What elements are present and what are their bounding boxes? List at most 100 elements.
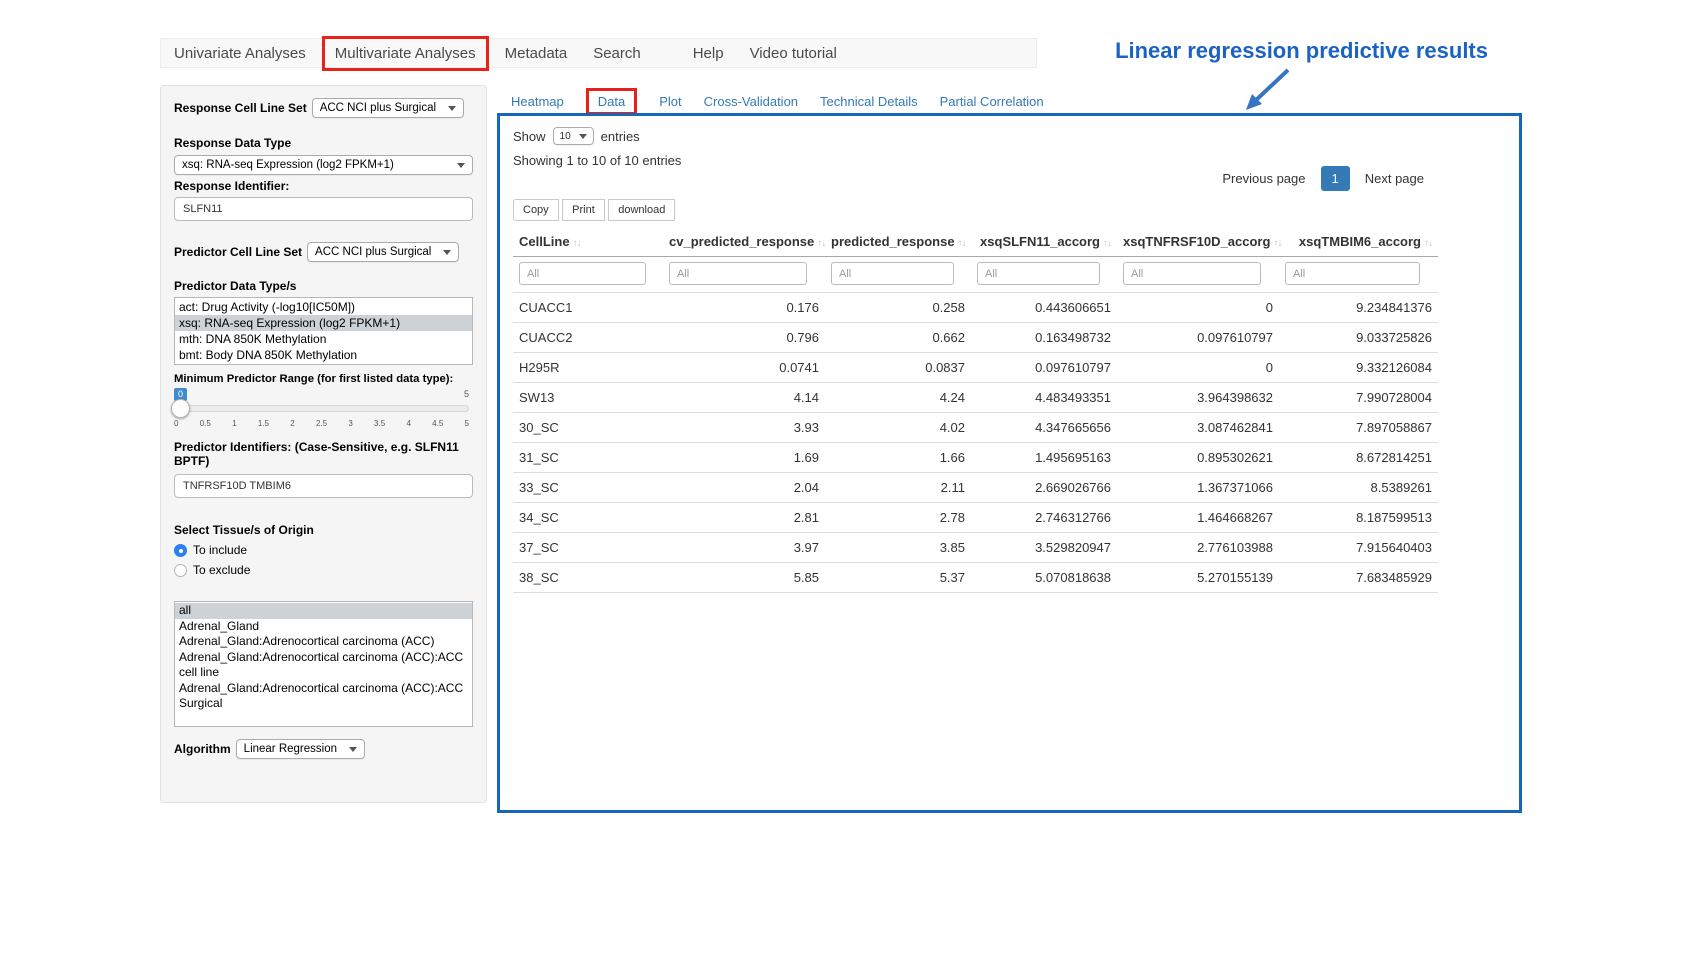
slider-handle[interactable] [171, 399, 190, 418]
xsqslfn11-accorg-cell: 5.070818638 [971, 563, 1117, 593]
nav-item[interactable]: Metadata [492, 40, 581, 67]
cell-line-cell: CUACC2 [513, 323, 663, 353]
export-button[interactable]: download [608, 199, 675, 221]
xsqtmbim6-accorg-cell: 8.187599513 [1279, 503, 1438, 533]
radio-label: To exclude [193, 563, 250, 577]
response-cell-line-set-select[interactable]: ACC NCI plus Surgical [312, 98, 464, 118]
table-row[interactable]: H295R 0.0741 0.0837 0.097610797 0 9.3321… [513, 353, 1438, 383]
previous-page-button[interactable]: Previous page [1212, 166, 1315, 191]
table-row[interactable]: CUACC1 0.176 0.258 0.443606651 0 9.23484… [513, 293, 1438, 323]
column-header[interactable]: xsqTMBIM6_accorg↑↓ [1279, 227, 1438, 257]
table-row[interactable]: CUACC2 0.796 0.662 0.163498732 0.0976107… [513, 323, 1438, 353]
predictor-identifiers-input[interactable] [174, 474, 473, 498]
result-tab[interactable]: Heatmap [511, 94, 564, 109]
result-tab[interactable]: Plot [659, 94, 681, 109]
cell-line-cell: 30_SC [513, 413, 663, 443]
result-tab[interactable]: Partial Correlation [940, 94, 1044, 109]
tissue-option[interactable]: Adrenal_Gland [175, 619, 472, 635]
xsqtmbim6-accorg-cell: 8.5389261 [1279, 473, 1438, 503]
table-row[interactable]: 37_SC 3.97 3.85 3.529820947 2.776103988 … [513, 533, 1438, 563]
list-option[interactable]: bmt: Body DNA 850K Methylation [175, 347, 472, 363]
nav-item[interactable]: Video tutorial [737, 40, 850, 67]
table-row[interactable]: 31_SC 1.69 1.66 1.495695163 0.895302621 … [513, 443, 1438, 473]
export-button[interactable]: Copy [513, 199, 559, 221]
column-filter-input[interactable] [977, 262, 1100, 285]
predictor-cell-line-set-select[interactable]: ACC NCI plus Surgical [307, 242, 459, 262]
page-length-select[interactable]: 10 [553, 127, 594, 145]
tissue-option[interactable]: Adrenal_Gland:Adrenocortical carcinoma (… [175, 681, 472, 712]
column-filter-input[interactable] [831, 262, 954, 285]
column-filter-input[interactable] [1123, 262, 1261, 285]
tissue-option[interactable]: all [175, 603, 472, 619]
cell-line-cell: SW13 [513, 383, 663, 413]
list-option[interactable]: act: Drug Activity (-log10[IC50M]) [175, 299, 472, 315]
column-filter-input[interactable] [1285, 262, 1420, 285]
filter-cell [825, 257, 971, 293]
slider-track[interactable] [174, 405, 469, 412]
column-filter-input[interactable] [519, 262, 646, 285]
algorithm-label: Algorithm [174, 742, 231, 756]
response-cell-line-set-label: Response Cell Line Set [174, 101, 307, 115]
xsqslfn11-accorg-cell: 0.097610797 [971, 353, 1117, 383]
list-option[interactable]: mth: DNA 850K Methylation [175, 331, 472, 347]
tissue-option[interactable]: Adrenal_Gland:Adrenocortical carcinoma (… [175, 650, 472, 681]
next-page-button[interactable]: Next page [1355, 166, 1434, 191]
nav-item-label: Help [693, 45, 724, 62]
predictor-data-type-list[interactable]: act: Drug Activity (-log10[IC50M]) xsq: … [174, 297, 473, 365]
table-row[interactable]: SW13 4.14 4.24 4.483493351 3.964398632 7… [513, 383, 1438, 413]
predicted-response-cell: 1.66 [825, 443, 971, 473]
xsqslfn11-accorg-cell: 0.163498732 [971, 323, 1117, 353]
cv-predicted-response-cell: 2.81 [663, 503, 825, 533]
tissue-option-label: all [179, 603, 191, 617]
nav-item[interactable]: Multivariate Analyses [322, 36, 489, 71]
column-filter-input[interactable] [669, 262, 807, 285]
chevron-down-icon [443, 250, 451, 255]
tissue-origin-radio-option[interactable]: To exclude [174, 563, 473, 577]
current-page-button[interactable]: 1 [1321, 166, 1350, 191]
table-row[interactable]: 34_SC 2.81 2.78 2.746312766 1.464668267 … [513, 503, 1438, 533]
select-value: xsq: RNA-seq Expression (log2 FPKM+1) [182, 159, 394, 171]
chevron-down-icon [448, 106, 456, 111]
export-button[interactable]: Print [562, 199, 605, 221]
table-row[interactable]: 30_SC 3.93 4.02 4.347665656 3.087462841 … [513, 413, 1438, 443]
nav-item[interactable]: Univariate Analyses [161, 40, 319, 67]
tissue-list[interactable]: all Adrenal_Gland Adrenal_Gland:Adrenoco… [174, 601, 473, 727]
xsqtmbim6-accorg-cell: 9.033725826 [1279, 323, 1438, 353]
column-header[interactable]: predicted_response↑↓ [825, 227, 971, 257]
predicted-response-cell: 4.02 [825, 413, 971, 443]
filter-cell [1279, 257, 1438, 293]
min-predictor-range-slider[interactable]: 0 5 0 0.5 1 1.5 2 2.5 3 [174, 388, 469, 432]
filter-cell [1117, 257, 1279, 293]
cell-line-cell: 31_SC [513, 443, 663, 473]
response-identifier-input[interactable] [174, 197, 473, 221]
sort-icon: ↑↓ [1273, 238, 1281, 249]
xsqtnfrsf10d-accorg-cell: 3.964398632 [1117, 383, 1279, 413]
cv-predicted-response-cell: 0.796 [663, 323, 825, 353]
nav-item[interactable]: Search [580, 40, 654, 67]
table-row[interactable]: 33_SC 2.04 2.11 2.669026766 1.367371066 … [513, 473, 1438, 503]
column-header[interactable]: xsqSLFN11_accorg↑↓ [971, 227, 1117, 257]
result-tab[interactable]: Cross-Validation [704, 94, 798, 109]
list-option[interactable]: xsq: RNA-seq Expression (log2 FPKM+1) [175, 315, 472, 331]
column-header[interactable]: CellLine↑↓ [513, 227, 663, 257]
sort-icon: ↑↓ [958, 238, 966, 249]
tissue-origin-radio-option[interactable]: To include [174, 543, 473, 557]
algorithm-field: Algorithm Linear Regression [174, 739, 473, 759]
result-tab[interactable]: Technical Details [820, 94, 918, 109]
predictor-identifiers-label: Predictor Identifiers: (Case-Sensitive, … [174, 440, 473, 468]
result-tab[interactable]: Data [586, 88, 637, 115]
radio-icon [174, 544, 187, 557]
table-row[interactable]: 38_SC 5.85 5.37 5.070818638 5.270155139 … [513, 563, 1438, 593]
nav-item[interactable]: Help [680, 40, 737, 67]
xsqtnfrsf10d-accorg-cell: 0.895302621 [1117, 443, 1279, 473]
slider-tick-label: 2.5 [316, 419, 327, 428]
response-identifier-label: Response Identifier: [174, 179, 473, 193]
radio-label: To include [193, 543, 247, 557]
algorithm-select[interactable]: Linear Regression [236, 739, 365, 759]
xsqtnfrsf10d-accorg-cell: 0 [1117, 293, 1279, 323]
column-header[interactable]: xsqTNFRSF10D_accorg↑↓ [1117, 227, 1279, 257]
sort-icon: ↑↓ [1103, 238, 1111, 249]
tissue-option[interactable]: Adrenal_Gland:Adrenocortical carcinoma (… [175, 634, 472, 650]
column-header[interactable]: cv_predicted_response↑↓ [663, 227, 825, 257]
response-data-type-select[interactable]: xsq: RNA-seq Expression (log2 FPKM+1) [174, 155, 473, 175]
